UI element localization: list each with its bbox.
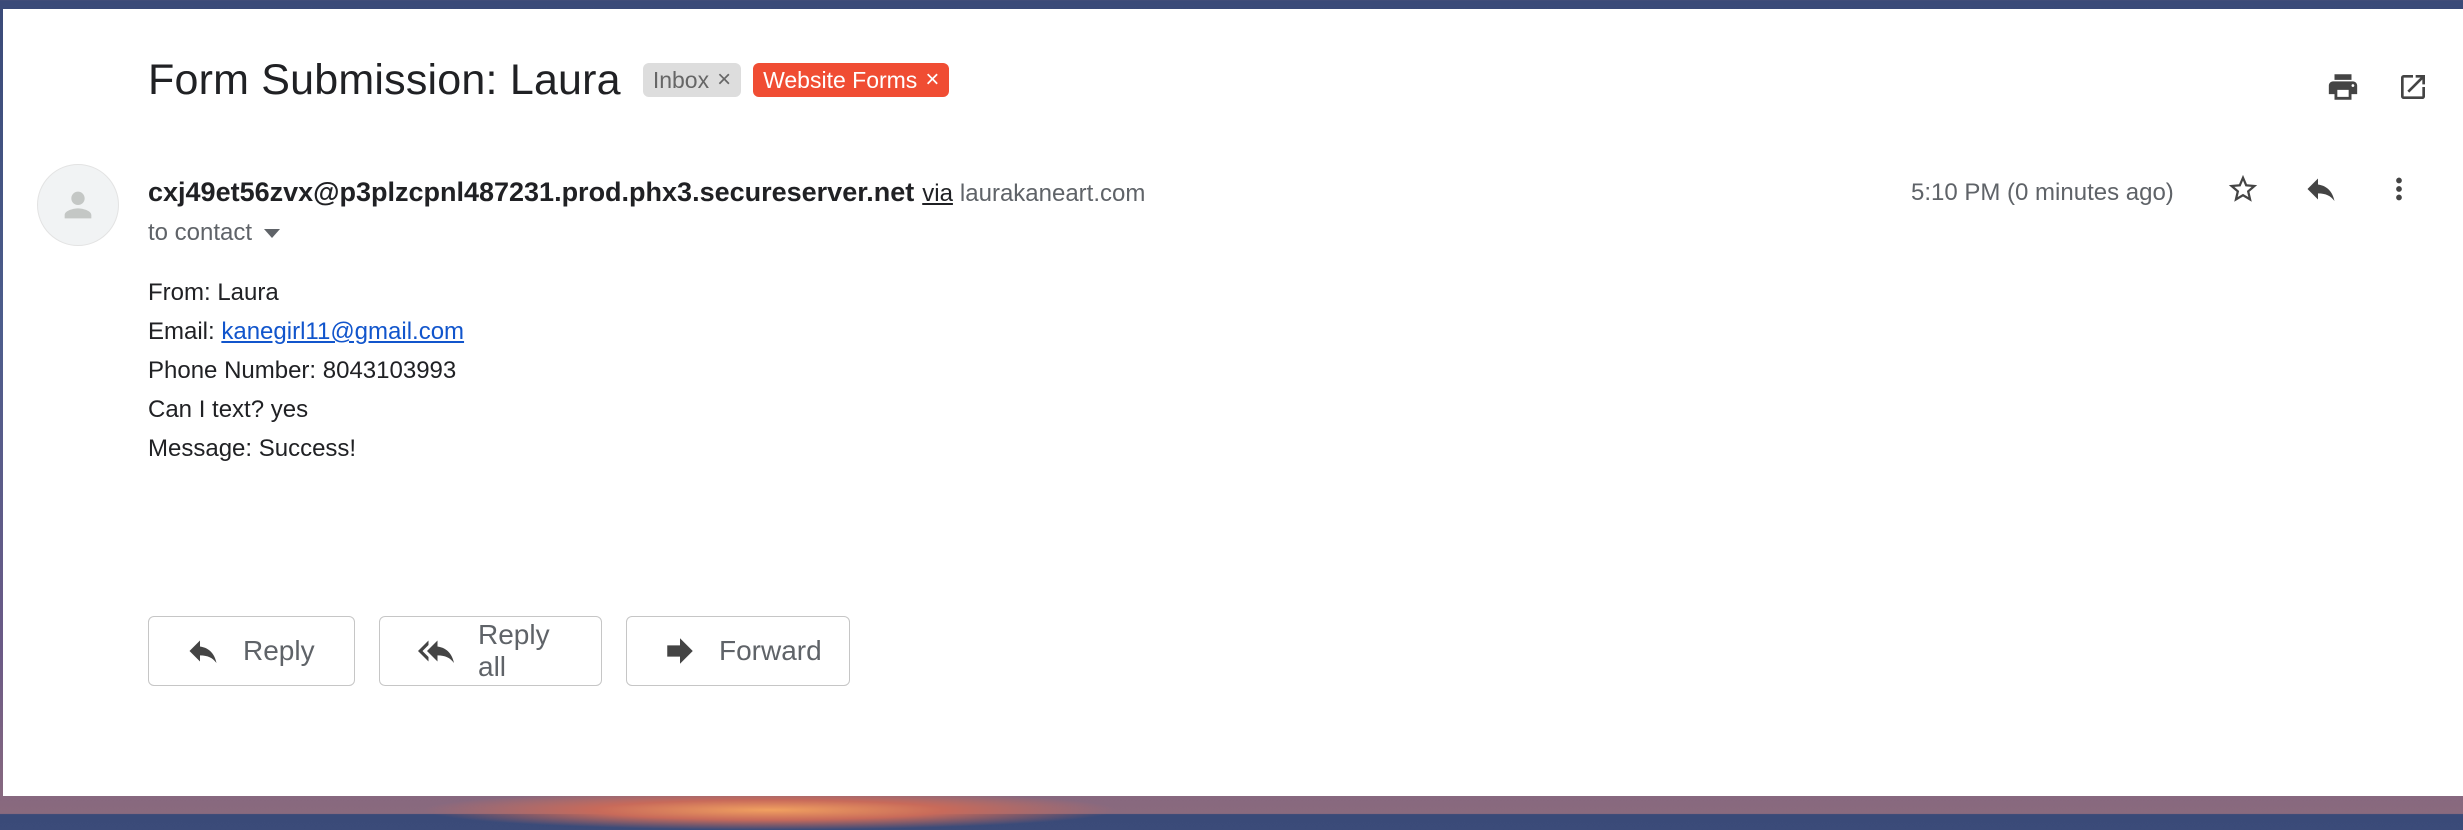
more-vert-icon[interactable] <box>2379 169 2419 209</box>
email-view-panel: Form Submission: Laura Inbox × Website F… <box>3 9 2463 796</box>
recipient-line: to contact <box>148 219 281 247</box>
reply-button[interactable]: Reply <box>148 616 355 686</box>
body-email-line: Email: kanegirl11@gmail.com <box>148 312 464 351</box>
sender-line: cxj49et56zvx@p3plzcpnl487231.prod.phx3.s… <box>148 177 1145 208</box>
remove-label-inbox-icon[interactable]: × <box>717 68 731 92</box>
message-body: From: Laura Email: kanegirl11@gmail.com … <box>148 273 464 468</box>
via-domain: laurakaneart.com <box>959 180 1146 207</box>
timestamp: 5:10 PM (0 minutes ago) <box>1911 179 2174 206</box>
reply-icon[interactable] <box>2301 169 2341 209</box>
background-glow <box>420 790 1120 830</box>
body-from-line: From: Laura <box>148 279 279 306</box>
print-icon[interactable] <box>2323 67 2363 107</box>
thread-actions <box>2323 67 2433 107</box>
subject-row: Form Submission: Laura Inbox × Website F… <box>148 50 950 110</box>
email-subject: Form Submission: Laura <box>148 55 621 104</box>
via-link[interactable]: via <box>922 180 953 208</box>
body-text-permission-line: Can I text? yes <box>148 396 309 423</box>
label-inbox-text: Inbox <box>652 66 710 93</box>
label-website-forms-text: Website Forms <box>763 66 918 93</box>
recipient-details-dropdown-icon[interactable] <box>264 228 281 238</box>
sender-avatar <box>37 164 119 246</box>
reply-all-icon <box>416 633 456 669</box>
forward-arrow-icon <box>663 634 697 668</box>
message-actions <box>2223 169 2419 209</box>
body-email-prefix: Email: <box>148 318 222 345</box>
forward-button-label: Forward <box>719 635 822 666</box>
sender-address[interactable]: cxj49et56zvx@p3plzcpnl487231.prod.phx3.s… <box>148 177 914 208</box>
label-inbox: Inbox × <box>642 63 742 97</box>
reply-button-label: Reply <box>243 635 315 666</box>
reply-all-button-label: Reply all <box>478 619 550 682</box>
reply-all-button[interactable]: Reply all <box>379 616 602 686</box>
body-phone-line: Phone Number: 8043103993 <box>148 357 457 384</box>
body-message-line: Message: Success! <box>148 435 357 462</box>
remove-label-website-forms-icon[interactable]: × <box>925 68 939 92</box>
recipient-text: to contact <box>148 219 253 246</box>
label-website-forms: Website Forms × <box>753 63 950 97</box>
open-in-new-icon[interactable] <box>2393 67 2433 107</box>
reply-actions: Reply Reply all Forward <box>148 616 850 686</box>
forward-button[interactable]: Forward <box>626 616 850 686</box>
person-icon <box>64 191 92 219</box>
star-icon[interactable] <box>2223 169 2263 209</box>
reply-arrow-icon <box>185 633 221 669</box>
body-email-link[interactable]: kanegirl11@gmail.com <box>221 318 464 345</box>
